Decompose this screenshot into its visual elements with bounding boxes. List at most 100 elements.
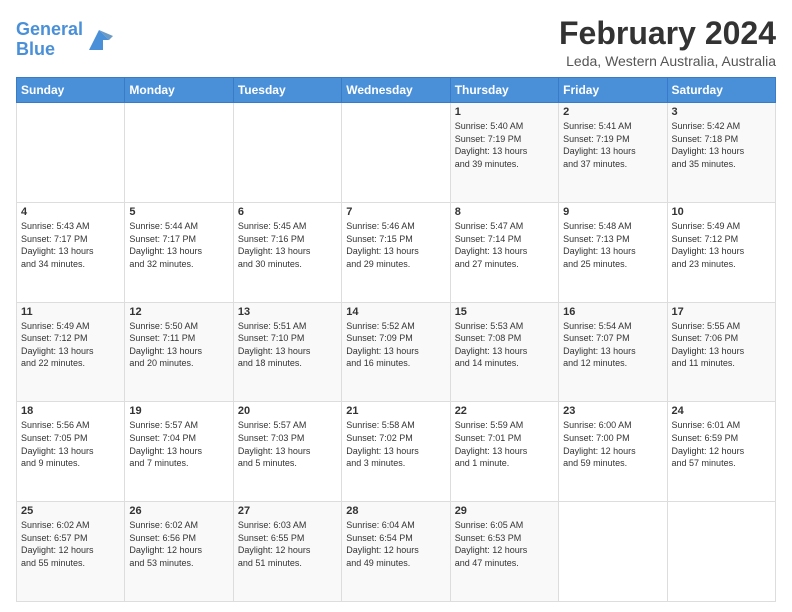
calendar-week-2: 11 Sunrise: 5:49 AM Sunset: 7:12 PM Dayli… <box>17 302 776 402</box>
col-thursday: Thursday <box>450 78 558 103</box>
day-info: Sunrise: 5:49 AM Sunset: 7:12 PM Dayligh… <box>21 320 120 370</box>
calendar-cell: 13 Sunrise: 5:51 AM Sunset: 7:10 PM Dayli… <box>233 302 341 402</box>
calendar-cell: 10 Sunrise: 5:49 AM Sunset: 7:12 PM Dayli… <box>667 202 775 302</box>
day-info: Sunrise: 5:49 AM Sunset: 7:12 PM Dayligh… <box>672 220 771 270</box>
day-number: 13 <box>238 306 337 318</box>
calendar-cell: 3 Sunrise: 5:42 AM Sunset: 7:18 PM Daylig… <box>667 103 775 203</box>
day-info: Sunrise: 6:01 AM Sunset: 6:59 PM Dayligh… <box>672 419 771 469</box>
day-info: Sunrise: 5:52 AM Sunset: 7:09 PM Dayligh… <box>346 320 445 370</box>
day-number: 17 <box>672 306 771 318</box>
day-info: Sunrise: 5:50 AM Sunset: 7:11 PM Dayligh… <box>129 320 228 370</box>
calendar-cell: 17 Sunrise: 5:55 AM Sunset: 7:06 PM Dayli… <box>667 302 775 402</box>
calendar-cell: 24 Sunrise: 6:01 AM Sunset: 6:59 PM Dayli… <box>667 402 775 502</box>
calendar-cell <box>17 103 125 203</box>
day-info: Sunrise: 5:44 AM Sunset: 7:17 PM Dayligh… <box>129 220 228 270</box>
calendar-cell: 23 Sunrise: 6:00 AM Sunset: 7:00 PM Dayli… <box>559 402 667 502</box>
day-info: Sunrise: 5:48 AM Sunset: 7:13 PM Dayligh… <box>563 220 662 270</box>
calendar-week-1: 4 Sunrise: 5:43 AM Sunset: 7:17 PM Daylig… <box>17 202 776 302</box>
day-info: Sunrise: 5:55 AM Sunset: 7:06 PM Dayligh… <box>672 320 771 370</box>
header: General Blue February 2024 Leda, Western… <box>16 16 776 69</box>
calendar-cell: 4 Sunrise: 5:43 AM Sunset: 7:17 PM Daylig… <box>17 202 125 302</box>
day-number: 29 <box>455 505 554 517</box>
logo-text: General Blue <box>16 20 83 60</box>
calendar-cell: 15 Sunrise: 5:53 AM Sunset: 7:08 PM Dayli… <box>450 302 558 402</box>
calendar-table: Sunday Monday Tuesday Wednesday Thursday… <box>16 77 776 602</box>
day-number: 1 <box>455 106 554 118</box>
day-number: 27 <box>238 505 337 517</box>
day-number: 28 <box>346 505 445 517</box>
day-info: Sunrise: 5:43 AM Sunset: 7:17 PM Dayligh… <box>21 220 120 270</box>
day-info: Sunrise: 5:53 AM Sunset: 7:08 PM Dayligh… <box>455 320 554 370</box>
logo: General Blue <box>16 20 113 60</box>
calendar-page: General Blue February 2024 Leda, Western… <box>0 0 792 612</box>
calendar-cell: 8Sunrise: 5:47 AM Sunset: 7:14 PM Daylig… <box>450 202 558 302</box>
calendar-cell: 2Sunrise: 5:41 AM Sunset: 7:19 PM Daylig… <box>559 103 667 203</box>
calendar-cell: 22 Sunrise: 5:59 AM Sunset: 7:01 PM Dayli… <box>450 402 558 502</box>
calendar-cell: 11 Sunrise: 5:49 AM Sunset: 7:12 PM Dayli… <box>17 302 125 402</box>
day-number: 2 <box>563 106 662 118</box>
day-number: 10 <box>672 206 771 218</box>
day-number: 26 <box>129 505 228 517</box>
day-info: Sunrise: 5:58 AM Sunset: 7:02 PM Dayligh… <box>346 419 445 469</box>
day-number: 12 <box>129 306 228 318</box>
col-tuesday: Tuesday <box>233 78 341 103</box>
calendar-cell: 21 Sunrise: 5:58 AM Sunset: 7:02 PM Dayli… <box>342 402 450 502</box>
calendar-cell: 20Sunrise: 5:57 AM Sunset: 7:03 PM Dayli… <box>233 402 341 502</box>
logo-line1: General <box>16 19 83 39</box>
day-info: Sunrise: 5:40 AM Sunset: 7:19 PM Dayligh… <box>455 120 554 170</box>
day-info: Sunrise: 5:45 AM Sunset: 7:16 PM Dayligh… <box>238 220 337 270</box>
day-number: 24 <box>672 405 771 417</box>
calendar-cell <box>342 103 450 203</box>
day-number: 11 <box>21 306 120 318</box>
day-number: 14 <box>346 306 445 318</box>
day-info: Sunrise: 5:59 AM Sunset: 7:01 PM Dayligh… <box>455 419 554 469</box>
calendar-cell: 26Sunrise: 6:02 AM Sunset: 6:56 PM Dayli… <box>125 502 233 602</box>
calendar-header-row: Sunday Monday Tuesday Wednesday Thursday… <box>17 78 776 103</box>
day-info: Sunrise: 6:00 AM Sunset: 7:00 PM Dayligh… <box>563 419 662 469</box>
calendar-cell: 27 Sunrise: 6:03 AM Sunset: 6:55 PM Dayli… <box>233 502 341 602</box>
day-number: 3 <box>672 106 771 118</box>
calendar-cell: 12 Sunrise: 5:50 AM Sunset: 7:11 PM Dayli… <box>125 302 233 402</box>
calendar-cell: 19Sunrise: 5:57 AM Sunset: 7:04 PM Dayli… <box>125 402 233 502</box>
col-sunday: Sunday <box>17 78 125 103</box>
calendar-cell: 16Sunrise: 5:54 AM Sunset: 7:07 PM Dayli… <box>559 302 667 402</box>
day-info: Sunrise: 5:42 AM Sunset: 7:18 PM Dayligh… <box>672 120 771 170</box>
day-info: Sunrise: 6:04 AM Sunset: 6:54 PM Dayligh… <box>346 519 445 569</box>
logo-icon <box>85 26 113 54</box>
day-number: 25 <box>21 505 120 517</box>
calendar-cell <box>667 502 775 602</box>
day-info: Sunrise: 6:02 AM Sunset: 6:57 PM Dayligh… <box>21 519 120 569</box>
calendar-week-0: 1 Sunrise: 5:40 AM Sunset: 7:19 PM Daylig… <box>17 103 776 203</box>
day-info: Sunrise: 6:05 AM Sunset: 6:53 PM Dayligh… <box>455 519 554 569</box>
day-number: 23 <box>563 405 662 417</box>
day-info: Sunrise: 6:03 AM Sunset: 6:55 PM Dayligh… <box>238 519 337 569</box>
day-number: 21 <box>346 405 445 417</box>
day-info: Sunrise: 5:46 AM Sunset: 7:15 PM Dayligh… <box>346 220 445 270</box>
calendar-cell: 28 Sunrise: 6:04 AM Sunset: 6:54 PM Dayli… <box>342 502 450 602</box>
day-number: 9 <box>563 206 662 218</box>
day-info: Sunrise: 5:57 AM Sunset: 7:04 PM Dayligh… <box>129 419 228 469</box>
title-block: February 2024 Leda, Western Australia, A… <box>559 16 776 69</box>
calendar-week-4: 25 Sunrise: 6:02 AM Sunset: 6:57 PM Dayli… <box>17 502 776 602</box>
day-number: 4 <box>21 206 120 218</box>
calendar-cell <box>233 103 341 203</box>
calendar-cell <box>125 103 233 203</box>
calendar-cell: 25 Sunrise: 6:02 AM Sunset: 6:57 PM Dayli… <box>17 502 125 602</box>
calendar-cell: 7Sunrise: 5:46 AM Sunset: 7:15 PM Daylig… <box>342 202 450 302</box>
day-info: Sunrise: 5:47 AM Sunset: 7:14 PM Dayligh… <box>455 220 554 270</box>
day-number: 5 <box>129 206 228 218</box>
col-friday: Friday <box>559 78 667 103</box>
calendar-week-3: 18Sunrise: 5:56 AM Sunset: 7:05 PM Dayli… <box>17 402 776 502</box>
month-title: February 2024 <box>559 16 776 51</box>
logo-line2: Blue <box>16 39 55 59</box>
day-info: Sunrise: 5:51 AM Sunset: 7:10 PM Dayligh… <box>238 320 337 370</box>
calendar-cell: 1 Sunrise: 5:40 AM Sunset: 7:19 PM Daylig… <box>450 103 558 203</box>
day-number: 15 <box>455 306 554 318</box>
calendar-cell: 6 Sunrise: 5:45 AM Sunset: 7:16 PM Daylig… <box>233 202 341 302</box>
col-saturday: Saturday <box>667 78 775 103</box>
day-number: 6 <box>238 206 337 218</box>
day-number: 22 <box>455 405 554 417</box>
day-info: Sunrise: 5:56 AM Sunset: 7:05 PM Dayligh… <box>21 419 120 469</box>
col-monday: Monday <box>125 78 233 103</box>
day-number: 20 <box>238 405 337 417</box>
